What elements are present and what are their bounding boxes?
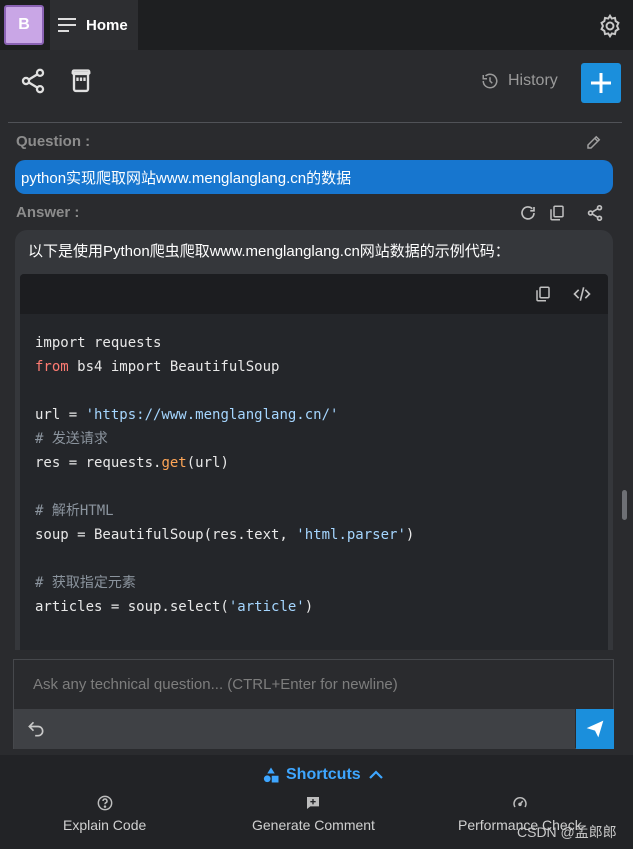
explain-code-button[interactable]: Explain Code bbox=[63, 795, 146, 833]
divider bbox=[8, 122, 622, 123]
speedometer-icon bbox=[513, 797, 527, 808]
input-action-bar bbox=[14, 709, 575, 749]
gear-icon[interactable] bbox=[597, 13, 623, 39]
shortcuts-toggle[interactable]: Shortcuts bbox=[262, 766, 389, 784]
answer-label: Answer : bbox=[16, 204, 80, 221]
code-content: import requests from bs4 import Beautiful… bbox=[35, 331, 414, 619]
question-label: Question : bbox=[16, 133, 91, 150]
question-input[interactable] bbox=[14, 660, 613, 708]
shapes-icon bbox=[263, 767, 279, 783]
insert-code-icon[interactable] bbox=[571, 284, 593, 304]
answer-card: 以下是使用Python爬虫爬取www.menglanglang.cn网站数据的示… bbox=[15, 230, 613, 650]
code-line: url = 'https://www.menglanglang.cn/' bbox=[35, 407, 339, 423]
question-circle-icon bbox=[97, 795, 113, 811]
refresh-icon[interactable] bbox=[519, 204, 537, 222]
generate-comment-label: Generate Comment bbox=[252, 817, 375, 833]
home-tab-label: Home bbox=[86, 16, 128, 34]
share-answer-icon[interactable] bbox=[586, 204, 604, 222]
copy-icon[interactable] bbox=[548, 204, 566, 222]
code-line: res = requests.get(url) bbox=[35, 455, 229, 471]
tab-home[interactable]: Home bbox=[50, 0, 138, 50]
code-line: articles = soup.select('article') bbox=[35, 599, 314, 615]
code-line: import requests bbox=[35, 335, 162, 351]
code-line: from bs4 import BeautifulSoup bbox=[35, 359, 280, 375]
send-icon bbox=[586, 720, 604, 738]
code-block: import requests from bs4 import Beautiful… bbox=[20, 274, 608, 650]
shortcuts-title: Shortcuts bbox=[286, 766, 361, 783]
code-line: # 发送请求 bbox=[35, 431, 108, 447]
answer-intro: 以下是使用Python爬虫爬取www.menglanglang.cn网站数据的示… bbox=[28, 243, 510, 260]
edit-icon[interactable] bbox=[585, 133, 603, 151]
code-line: # 解析HTML bbox=[35, 503, 114, 519]
input-area bbox=[13, 659, 614, 749]
menu-icon bbox=[58, 18, 76, 32]
copy-code-icon[interactable] bbox=[534, 285, 552, 303]
avatar[interactable]: B bbox=[4, 5, 44, 45]
shortcuts-panel: Shortcuts Explain Code Generate Comment … bbox=[0, 755, 633, 849]
code-line: # 获取指定元素 bbox=[35, 575, 136, 591]
undo-icon[interactable] bbox=[26, 719, 46, 739]
generate-comment-button[interactable]: Generate Comment bbox=[252, 795, 375, 833]
scrollbar[interactable] bbox=[622, 490, 627, 520]
history-button[interactable]: History bbox=[481, 70, 558, 92]
chevron-up-icon bbox=[368, 770, 383, 779]
comment-plus-icon bbox=[307, 797, 320, 809]
share-icon[interactable] bbox=[19, 67, 47, 95]
explain-code-label: Explain Code bbox=[63, 817, 147, 833]
plus-icon bbox=[591, 73, 611, 93]
top-bar: B Home bbox=[0, 0, 633, 50]
new-chat-button[interactable] bbox=[581, 63, 621, 103]
history-icon bbox=[482, 73, 498, 89]
trash-icon[interactable] bbox=[67, 67, 95, 95]
send-button[interactable] bbox=[576, 709, 614, 749]
code-header bbox=[20, 274, 608, 314]
code-line: soup = BeautifulSoup(res.text, 'html.par… bbox=[35, 527, 415, 543]
watermark: CSDN @孟郎郎 bbox=[517, 824, 617, 840]
question-text: python实现爬取网站www.menglanglang.cn的数据 bbox=[15, 160, 613, 194]
toolbar: History bbox=[0, 50, 633, 124]
history-label: History bbox=[508, 72, 558, 89]
